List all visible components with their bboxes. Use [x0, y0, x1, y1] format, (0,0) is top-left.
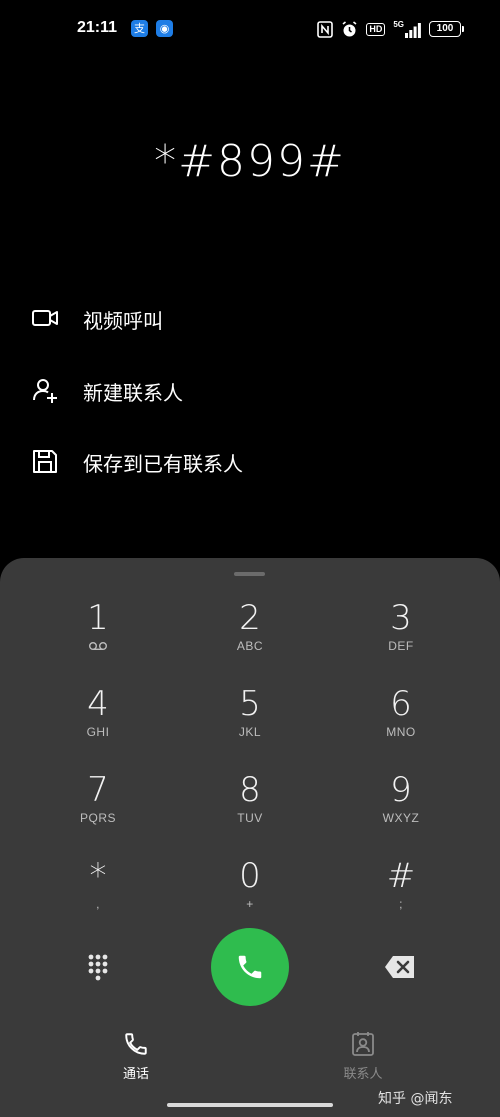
key-1[interactable]: 1: [33, 598, 163, 678]
key-digit: 0: [239, 856, 261, 896]
key-star[interactable]: * ,: [33, 856, 163, 936]
key-digit: 8: [239, 770, 261, 810]
key-digit: 4: [87, 684, 109, 724]
alarm-icon: [342, 20, 357, 36]
video-call-label: 视频呼叫: [83, 309, 163, 333]
nfc-icon: [317, 20, 334, 38]
key-5[interactable]: 5 JKL: [185, 684, 315, 764]
key-letters: ABC: [236, 639, 264, 653]
contacts-icon: [352, 1032, 374, 1056]
key-digit: 9: [390, 770, 412, 810]
key-6[interactable]: 6 MNO: [336, 684, 466, 764]
tab-contacts[interactable]: 联系人: [323, 1031, 403, 1082]
signal-bars-icon: [405, 22, 421, 38]
key-letters: MNO: [386, 725, 416, 739]
new-contact-label: 新建联系人: [83, 381, 183, 405]
tab-calls-label: 通话: [122, 1067, 149, 1082]
tab-contacts-label: 联系人: [343, 1067, 383, 1082]
key-letters: WXYZ: [382, 811, 420, 825]
key-9[interactable]: 9 WXYZ: [336, 770, 466, 850]
home-indicator[interactable]: [167, 1103, 333, 1107]
dialpad-toggle-icon[interactable]: [82, 951, 114, 983]
add-contact-icon: [33, 379, 57, 403]
battery-icon: 100: [429, 21, 464, 37]
key-digit: 7: [87, 770, 109, 810]
new-contact-action[interactable]: 新建联系人: [0, 360, 500, 420]
video-call-action[interactable]: 视频呼叫: [0, 288, 500, 348]
sheet-drag-handle[interactable]: [234, 572, 265, 576]
key-digit: *: [89, 856, 107, 896]
call-button[interactable]: [211, 928, 289, 1006]
key-letters: DEF: [388, 639, 414, 653]
key-4[interactable]: 4 GHI: [33, 684, 163, 764]
key-2[interactable]: 2 ABC: [185, 598, 315, 678]
phone-call-icon: [238, 955, 262, 979]
key-hash[interactable]: # ;: [336, 856, 466, 936]
key-3[interactable]: 3 DEF: [336, 598, 466, 678]
save-icon: [33, 450, 57, 473]
tab-calls[interactable]: 通话: [96, 1031, 176, 1082]
key-letters: ,: [96, 897, 100, 911]
key-digit: 1: [87, 598, 109, 638]
alipay-icon: 支: [131, 20, 148, 37]
hd-icon: HD: [366, 22, 386, 36]
key-letters: TUV: [237, 811, 263, 825]
key-digit: #: [386, 856, 416, 896]
key-digit: 5: [239, 684, 261, 724]
voicemail-icon: [89, 642, 107, 650]
save-to-existing-action[interactable]: 保存到已有联系人: [0, 431, 500, 491]
dialed-number[interactable]: *#899#: [0, 136, 500, 187]
backspace-icon[interactable]: [383, 954, 417, 980]
save-to-existing-label: 保存到已有联系人: [83, 452, 243, 476]
status-indicators: HD 5G 100: [317, 19, 464, 39]
battery-level: 100: [429, 21, 461, 37]
app-notification-icon: ◉: [156, 20, 173, 37]
watermark: 知乎 @闻东: [378, 1091, 453, 1107]
key-letters: GHI: [86, 725, 110, 739]
status-bar: 21:11 支 ◉ HD 5G 100: [0, 0, 500, 58]
phone-icon: [125, 1033, 147, 1055]
key-8[interactable]: 8 TUV: [185, 770, 315, 850]
key-digit: 3: [390, 598, 412, 638]
5g-signal-icon: 5G: [393, 19, 421, 38]
key-digit: 2: [239, 598, 261, 638]
key-letters: JKL: [238, 725, 262, 739]
key-7[interactable]: 7 PQRS: [33, 770, 163, 850]
dialpad-sheet: 1 2 ABC 3 DEF 4 GHI 5 JKL 6 MNO 7 PQRS 8…: [0, 558, 500, 1117]
video-call-icon: [32, 310, 58, 326]
key-digit: 6: [390, 684, 412, 724]
key-letters: ;: [399, 897, 403, 911]
key-letters: PQRS: [79, 811, 116, 825]
key-0[interactable]: 0 +: [185, 856, 315, 936]
key-letters: +: [246, 897, 254, 911]
network-label: 5G: [393, 19, 404, 29]
status-time: 21:11: [77, 19, 118, 36]
